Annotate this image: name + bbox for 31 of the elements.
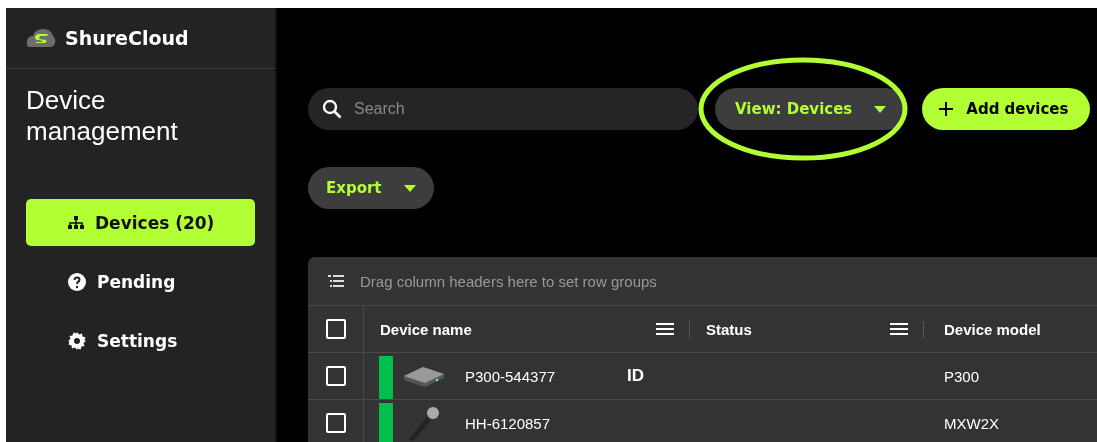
menu-icon[interactable] bbox=[890, 323, 908, 335]
identify-label[interactable]: ID bbox=[627, 366, 644, 386]
page-title: Device management bbox=[25, 84, 179, 147]
column-header[interactable]: Device model bbox=[944, 320, 1041, 338]
hierarchy-icon bbox=[68, 215, 84, 230]
row-checkbox[interactable] bbox=[325, 366, 346, 386]
plus-icon bbox=[938, 101, 955, 117]
search-field[interactable]: Search bbox=[308, 88, 698, 130]
export-dropdown[interactable]: Export bbox=[308, 167, 434, 209]
device-model: MXW2X bbox=[944, 414, 999, 432]
settings-icon bbox=[68, 331, 86, 350]
nav-item[interactable]: Devices (20) bbox=[26, 199, 255, 246]
column-header[interactable]: Status bbox=[706, 320, 752, 338]
row-group-icon bbox=[328, 275, 344, 287]
device-name: P300-544377 bbox=[465, 367, 556, 385]
help-icon bbox=[68, 272, 86, 291]
cloud-logo-icon bbox=[26, 27, 56, 49]
select-all-checkbox[interactable] bbox=[325, 319, 346, 339]
menu-icon[interactable] bbox=[656, 323, 674, 335]
nav-item[interactable]: Pending bbox=[26, 258, 255, 305]
add-devices-button[interactable]: Add devices bbox=[922, 88, 1091, 130]
receiver-icon bbox=[403, 364, 445, 388]
device-name: HH-6120857 bbox=[465, 414, 551, 432]
column-header[interactable]: Device name bbox=[380, 320, 472, 338]
row-group-hint: Drag column headers here to set row groups bbox=[360, 272, 657, 290]
row-checkbox[interactable] bbox=[325, 413, 346, 433]
caret-icon bbox=[874, 105, 887, 113]
caret-icon bbox=[403, 184, 416, 192]
nav-item[interactable]: Settings bbox=[26, 317, 255, 364]
device-model: P300 bbox=[944, 367, 980, 385]
brand-name: ShureCloud bbox=[65, 27, 189, 49]
